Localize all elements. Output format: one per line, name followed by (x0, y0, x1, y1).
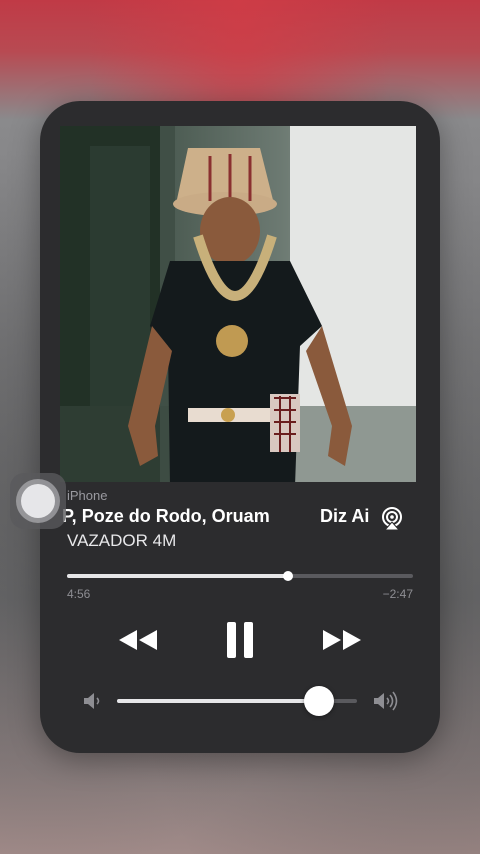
assistive-touch-dot (21, 484, 55, 518)
track-title-continuation: Diz Ai (320, 506, 370, 526)
track-title-marquee: P, Poze do Rodo, Oruam Diz Ai (62, 506, 372, 530)
volume-slider-knob[interactable] (303, 686, 334, 716)
previous-track-button[interactable] (112, 616, 164, 664)
remaining-time: −2:47 (382, 587, 413, 601)
pause-icon (227, 622, 253, 658)
elapsed-time: 4:56 (67, 587, 91, 601)
album-artwork-image (60, 126, 416, 482)
playback-scrubber[interactable] (67, 571, 413, 581)
volume-slider[interactable] (117, 686, 357, 716)
track-title: P, Poze do Rodo, Oruam (62, 506, 270, 526)
transport-controls (40, 616, 440, 664)
now-playing-card: iPhone P, Poze do Rodo, Oruam Diz Ai VAZ… (40, 101, 440, 753)
speaker-high-icon (374, 691, 398, 711)
album-artwork (60, 126, 416, 482)
track-info: iPhone P, Poze do Rodo, Oruam Diz Ai VAZ… (40, 482, 440, 562)
speaker-low-icon (84, 693, 100, 709)
fast-forward-icon (323, 630, 361, 650)
play-pause-button[interactable] (214, 616, 266, 664)
next-track-button[interactable] (316, 616, 368, 664)
rewind-icon (119, 630, 157, 650)
assistive-touch-button[interactable] (10, 473, 66, 529)
playback-scrubber-knob[interactable] (283, 571, 294, 581)
output-device-label: iPhone (67, 488, 108, 503)
artist-name: VAZADOR 4M (67, 531, 177, 550)
volume-level-fill (117, 699, 319, 703)
volume-control (40, 686, 440, 716)
playback-progress-fill (67, 574, 289, 578)
airplay-icon[interactable] (379, 506, 405, 532)
assistive-touch-ring (16, 479, 60, 523)
